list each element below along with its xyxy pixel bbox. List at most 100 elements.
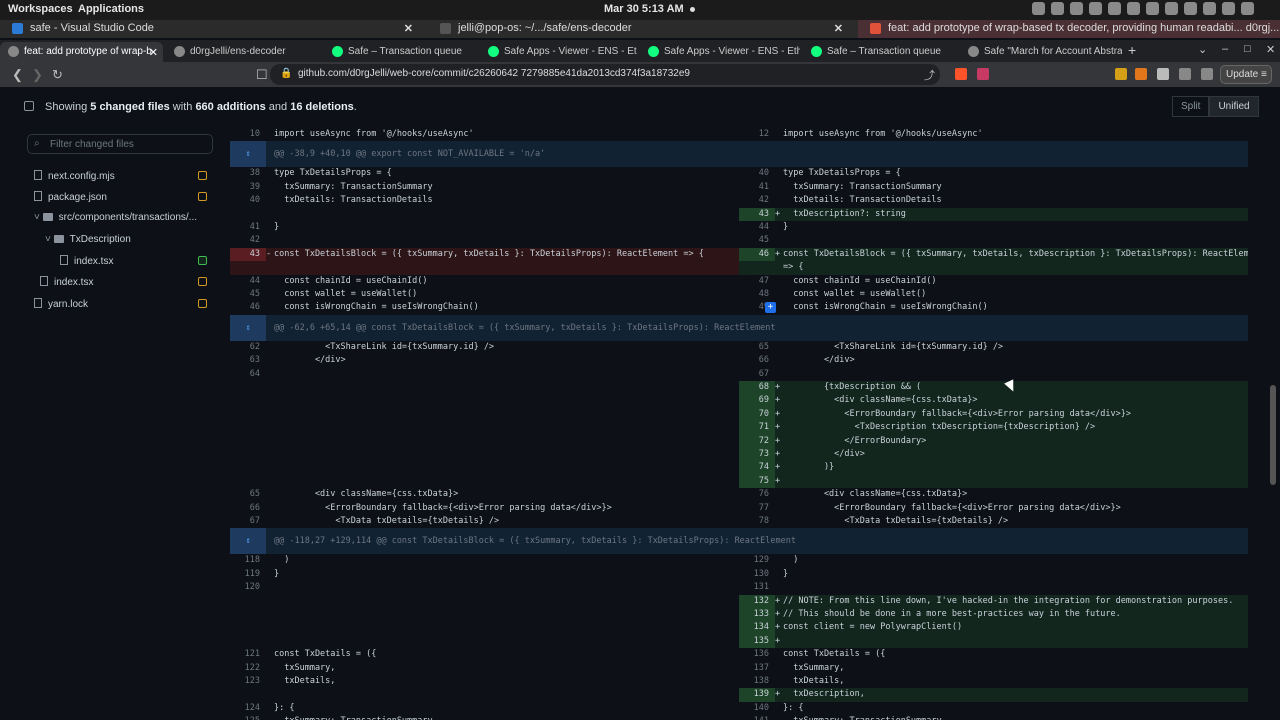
line-number[interactable]: 44 bbox=[230, 275, 266, 288]
bookmark-icon[interactable]: ☐ bbox=[256, 67, 268, 83]
brave-shields-icon[interactable] bbox=[955, 68, 967, 80]
tray-icon[interactable] bbox=[1146, 2, 1159, 15]
expand-icon[interactable]: ⇕ bbox=[230, 314, 266, 341]
line-number[interactable]: 46 bbox=[739, 247, 775, 262]
line-number[interactable]: 125 bbox=[230, 715, 266, 720]
page-scrollbar[interactable] bbox=[1270, 385, 1276, 485]
tray-icon[interactable] bbox=[1051, 2, 1064, 15]
tree-item-file[interactable]: next.config.mjs bbox=[34, 170, 115, 182]
line-number[interactable]: 43 bbox=[739, 207, 775, 221]
line-number[interactable]: 76 bbox=[739, 488, 775, 501]
line-number[interactable]: 137 bbox=[739, 662, 775, 675]
line-number[interactable]: 65 bbox=[739, 341, 775, 354]
line-number[interactable]: 132 bbox=[739, 594, 775, 608]
line-number[interactable]: 129 bbox=[739, 554, 775, 567]
split-view-button[interactable]: Split bbox=[1172, 96, 1210, 117]
tray-icon[interactable] bbox=[1089, 2, 1102, 15]
wallet-icon[interactable] bbox=[1201, 68, 1213, 80]
line-number[interactable]: 73 bbox=[739, 448, 775, 462]
line-number[interactable]: 78 bbox=[739, 515, 775, 528]
line-number[interactable]: 67 bbox=[230, 515, 266, 528]
tree-item-file[interactable]: index.tsx bbox=[60, 255, 113, 267]
line-number[interactable]: 138 bbox=[739, 675, 775, 688]
line-number[interactable]: 42 bbox=[739, 194, 775, 207]
new-tab-icon[interactable]: + bbox=[1128, 42, 1136, 58]
line-number[interactable]: 64 bbox=[230, 368, 266, 381]
line-number[interactable]: 70 bbox=[739, 407, 775, 422]
line-number[interactable]: 131 bbox=[739, 581, 775, 594]
line-number[interactable]: 71 bbox=[739, 421, 775, 435]
forward-icon[interactable]: ❯ bbox=[32, 67, 43, 83]
tray-icon[interactable] bbox=[1108, 2, 1121, 15]
clock[interactable]: Mar 30 5:13 AM bbox=[604, 3, 684, 15]
line-number[interactable]: 10 bbox=[230, 128, 266, 141]
minimize-icon[interactable]: – bbox=[1222, 43, 1228, 55]
battery-icon[interactable] bbox=[1222, 2, 1235, 15]
line-number[interactable]: 141 bbox=[739, 715, 775, 720]
browser-tab[interactable]: Safe – Transaction queue bbox=[803, 42, 958, 62]
line-number[interactable]: 43 bbox=[230, 247, 266, 262]
line-number[interactable]: 39 bbox=[230, 181, 266, 194]
window-tab[interactable]: safe - Visual Studio Code ✕ bbox=[0, 20, 425, 38]
tree-item-file[interactable]: package.json bbox=[34, 191, 107, 203]
expand-icon[interactable]: ⇕ bbox=[230, 528, 266, 555]
close-tab-icon[interactable]: ✕ bbox=[149, 46, 158, 59]
window-tab[interactable]: feat: add prototype of wrap-based tx dec… bbox=[858, 20, 1280, 38]
line-number[interactable]: 120 bbox=[230, 581, 266, 594]
tree-item-folder[interactable]: ˅ src/components/transactions/... bbox=[34, 212, 197, 223]
line-number[interactable]: 72 bbox=[739, 434, 775, 448]
line-number[interactable]: 62 bbox=[230, 341, 266, 354]
line-number[interactable]: 67 bbox=[739, 368, 775, 381]
line-number[interactable]: 74 bbox=[739, 461, 775, 475]
power-icon[interactable] bbox=[1241, 2, 1254, 15]
url-bar[interactable]: 🔒 github.com/d0rgJelli/web-core/commit/c2… bbox=[270, 64, 940, 85]
line-number[interactable]: 12 bbox=[739, 128, 775, 141]
line-number[interactable]: 41 bbox=[230, 221, 266, 234]
filter-files-input[interactable]: ⌕ Filter changed files bbox=[27, 134, 213, 154]
reload-icon[interactable]: ↻ bbox=[52, 67, 63, 83]
line-number[interactable]: 135 bbox=[739, 634, 775, 649]
browser-tab[interactable]: d0rgJelli/ens-decoder bbox=[166, 42, 321, 62]
line-number[interactable]: 47 bbox=[739, 275, 775, 288]
line-number[interactable]: 122 bbox=[230, 662, 266, 675]
file-tree-toggle-icon[interactable] bbox=[24, 101, 34, 111]
close-icon[interactable]: ✕ bbox=[404, 22, 413, 35]
line-number[interactable]: 40 bbox=[230, 194, 266, 207]
line-number[interactable]: 139 bbox=[739, 688, 775, 702]
line-number[interactable]: 75 bbox=[739, 474, 775, 489]
brave-rewards-icon[interactable] bbox=[977, 68, 989, 80]
unified-view-button[interactable]: Unified bbox=[1209, 96, 1259, 117]
line-number[interactable]: 44 bbox=[739, 221, 775, 234]
line-number[interactable]: 130 bbox=[739, 568, 775, 581]
tray-icon[interactable] bbox=[1127, 2, 1140, 15]
wifi-icon[interactable] bbox=[1165, 2, 1178, 15]
line-number[interactable]: 134 bbox=[739, 621, 775, 635]
expand-icon[interactable]: ⇕ bbox=[230, 141, 266, 168]
add-comment-button[interactable]: + bbox=[765, 302, 776, 314]
browser-tab[interactable]: Safe Apps - Viewer - ENS - Ethereu bbox=[480, 42, 637, 62]
line-number[interactable]: 124 bbox=[230, 702, 266, 715]
line-number[interactable]: 123 bbox=[230, 675, 266, 688]
close-icon[interactable]: ✕ bbox=[834, 22, 843, 35]
line-number[interactable]: 69 bbox=[739, 394, 775, 408]
browser-tab[interactable]: Safe "March for Account Abstracti bbox=[960, 42, 1122, 62]
tree-item-file[interactable]: index.tsx bbox=[40, 276, 93, 288]
line-number[interactable]: 45 bbox=[739, 234, 775, 247]
browser-tab[interactable]: Safe – Transaction queue bbox=[324, 42, 477, 62]
extensions-icon[interactable] bbox=[1157, 68, 1169, 80]
tree-item-folder[interactable]: ˅ TxDescription bbox=[45, 234, 131, 245]
line-number[interactable]: 133 bbox=[739, 608, 775, 622]
line-number[interactable]: 38 bbox=[230, 167, 266, 180]
metamask-icon[interactable] bbox=[1135, 68, 1147, 80]
applications-menu[interactable]: Applications bbox=[78, 3, 144, 15]
line-number[interactable]: 118 bbox=[230, 554, 266, 567]
line-number[interactable]: 65 bbox=[230, 488, 266, 501]
workspaces-menu[interactable]: Workspaces bbox=[8, 3, 73, 15]
update-button[interactable]: Update ≡ bbox=[1220, 65, 1272, 84]
line-number[interactable]: 41 bbox=[739, 181, 775, 194]
line-number[interactable]: 45 bbox=[230, 288, 266, 301]
tree-item-file[interactable]: yarn.lock bbox=[34, 298, 88, 310]
maximize-icon[interactable]: □ bbox=[1244, 43, 1251, 55]
line-number[interactable]: 40 bbox=[739, 167, 775, 180]
line-number[interactable]: 63 bbox=[230, 354, 266, 367]
